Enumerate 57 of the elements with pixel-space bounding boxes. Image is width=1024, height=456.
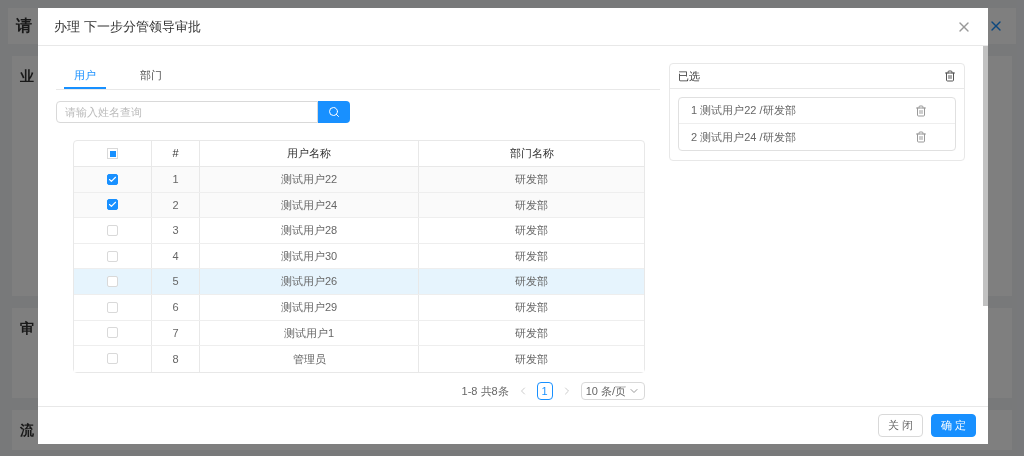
table-cell-text: 研发部 [514, 223, 549, 239]
column-header: 用户名称 [200, 141, 419, 166]
table-row[interactable]: 3 测试用户28 研发部 [74, 218, 644, 244]
table-cell: 6 [152, 294, 200, 320]
row-checkbox[interactable] [107, 199, 118, 211]
page-number[interactable]: 1 [536, 381, 553, 400]
confirm-button[interactable]: 确 定 [931, 414, 976, 437]
table-cell: 测试用户28 [200, 218, 419, 243]
dialog-title: 办理 下一步分管领导审批 [54, 17, 201, 36]
table-cell: 8 [152, 346, 200, 372]
table-cell: 5 [152, 269, 200, 294]
table-row[interactable]: 6 测试用户29 研发部 [74, 294, 644, 321]
table-cell-text: 研发部 [514, 300, 549, 315]
search-button[interactable] [318, 101, 350, 123]
page-size-select[interactable]: 10 条/页 [580, 381, 645, 400]
table-cell: 测试用户24 [200, 192, 419, 218]
table-cell-text: 研发部 [514, 197, 549, 213]
close-button[interactable]: 关 闭 [878, 414, 923, 437]
search-icon [328, 106, 340, 118]
tab[interactable]: 部门 [130, 64, 172, 89]
tab[interactable]: 用户 [64, 64, 106, 89]
search-field[interactable]: 请输入姓名查询 [56, 101, 318, 123]
panel-title: 已选 [678, 68, 700, 84]
table-cell-text: 研发部 [514, 351, 549, 367]
table-row[interactable]: 8 管理员 研发部 [74, 346, 644, 372]
table-cell: 2 [152, 192, 200, 218]
table-cell: 3 [152, 218, 200, 243]
table-cell: 测试用户1 [200, 320, 419, 346]
table-cell-text: 研发部 [514, 325, 549, 341]
column-header: 部门名称 [508, 146, 555, 162]
table-cell-text: 研发部 [514, 274, 549, 290]
table-row[interactable]: 5 测试用户26 研发部 [74, 269, 644, 295]
pagination-total: 1-8 共8条 [461, 383, 509, 399]
table-row[interactable]: 7 测试用户1 研发部 [74, 320, 644, 347]
table-cell: 测试用户29 [200, 294, 419, 320]
trash-icon[interactable] [944, 70, 956, 82]
table-cell: 1 [152, 167, 200, 192]
table-cell: 管理员 [200, 346, 419, 372]
section-title: 业 [20, 68, 34, 84]
table-cell-text: 研发部 [514, 172, 549, 188]
select-all-checkbox[interactable] [107, 148, 118, 159]
section-title: 流 [20, 422, 34, 438]
page-title: 请 [16, 16, 32, 36]
table-row[interactable]: 4 测试用户30 研发部 [74, 243, 644, 270]
table-row[interactable]: 1 测试用户22 研发部 [74, 167, 644, 193]
column-header: # [152, 141, 200, 166]
section-title: 审 [20, 320, 34, 336]
table-row[interactable]: 2 测试用户24 研发部 [74, 192, 644, 219]
table-cell: 4 [152, 243, 200, 269]
selected-user: 1 测试用户22 /研发部 [691, 103, 796, 119]
selected-user: 2 测试用户24 /研发部 [691, 129, 796, 145]
row-checkbox[interactable] [107, 173, 118, 185]
table-cell: 7 [152, 320, 200, 346]
table-cell-text: 研发部 [514, 248, 549, 264]
table-cell: 测试用户22 [200, 167, 419, 192]
table-cell: 测试用户26 [200, 269, 419, 294]
table-cell: 测试用户30 [200, 243, 419, 269]
